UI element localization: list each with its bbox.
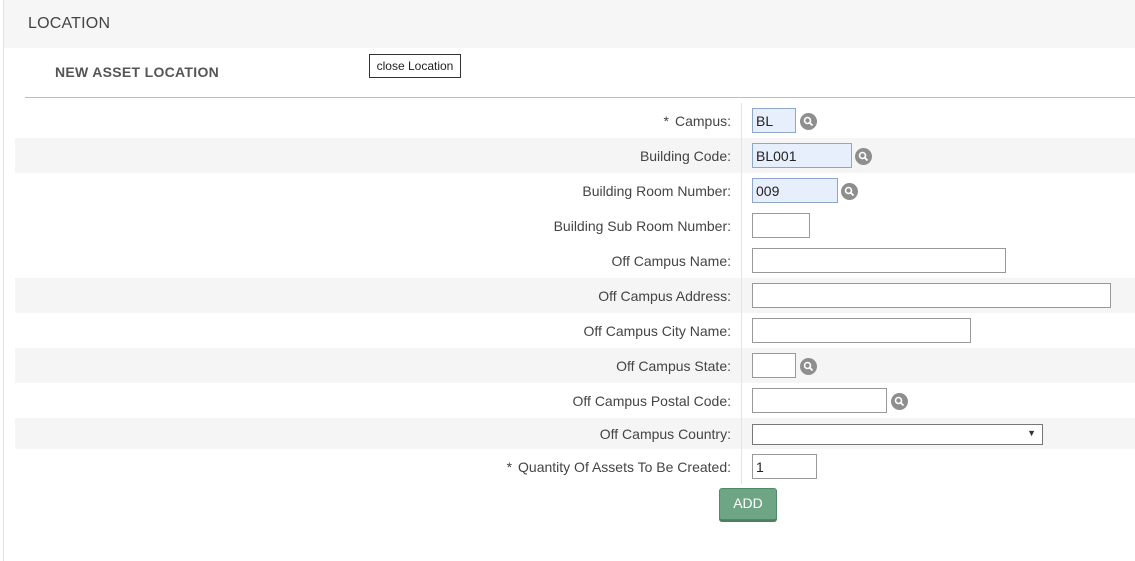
search-icon[interactable]	[855, 148, 872, 165]
campus-label: Campus:	[674, 112, 731, 129]
off-campus-city-name-row: Off Campus City Name:	[15, 313, 1135, 348]
off-campus-state-row: Off Campus State:	[15, 348, 1135, 383]
divider	[25, 97, 1135, 98]
building-sub-room-number-label: Building Sub Room Number:	[553, 217, 731, 234]
building-room-number-label: Building Room Number:	[582, 182, 731, 199]
off-campus-postal-code-label: Off Campus Postal Code:	[572, 392, 731, 409]
building-room-number-input[interactable]	[752, 178, 838, 203]
building-room-number-row: Building Room Number:	[15, 173, 1135, 208]
quantity-row: * Quantity Of Assets To Be Created:	[15, 449, 1135, 484]
column-divider	[741, 103, 742, 484]
off-campus-address-label: Off Campus Address:	[598, 287, 731, 304]
campus-input[interactable]	[752, 108, 796, 133]
off-campus-city-name-label: Off Campus City Name:	[583, 322, 731, 339]
section-title: NEW ASSET LOCATION	[55, 64, 220, 80]
building-code-row: Building Code:	[15, 138, 1135, 173]
off-campus-name-label: Off Campus Name:	[611, 252, 731, 269]
off-campus-address-input[interactable]	[752, 283, 1111, 308]
required-marker: *	[506, 458, 513, 475]
search-icon[interactable]	[800, 113, 817, 130]
campus-row: * Campus:	[15, 103, 1135, 138]
off-campus-name-row: Off Campus Name:	[15, 243, 1135, 278]
chevron-down-icon: ▼	[1027, 428, 1036, 438]
building-code-label: Building Code:	[639, 147, 731, 164]
location-header: LOCATION	[4, 0, 1135, 48]
off-campus-city-name-input[interactable]	[752, 318, 971, 343]
quantity-label: Quantity Of Assets To Be Created:	[518, 458, 731, 475]
off-campus-state-input[interactable]	[752, 353, 796, 378]
off-campus-state-label: Off Campus State:	[616, 357, 731, 374]
off-campus-country-select[interactable]: ▼	[752, 424, 1043, 445]
search-icon[interactable]	[841, 183, 858, 200]
quantity-input[interactable]	[752, 454, 817, 479]
off-campus-postal-code-input[interactable]	[752, 388, 887, 413]
close-location-button[interactable]: close Location	[369, 54, 461, 78]
off-campus-name-input[interactable]	[752, 248, 1006, 273]
search-icon[interactable]	[891, 393, 908, 410]
search-icon[interactable]	[800, 358, 817, 375]
page-title: LOCATION	[28, 15, 111, 32]
page-left-border	[3, 0, 4, 561]
add-button[interactable]: ADD	[719, 488, 777, 520]
required-marker: *	[663, 112, 669, 129]
off-campus-country-row: Off Campus Country: ▼	[15, 418, 1135, 449]
building-sub-room-number-row: Building Sub Room Number:	[15, 208, 1135, 243]
off-campus-address-row: Off Campus Address:	[15, 278, 1135, 313]
building-code-input[interactable]	[752, 143, 852, 168]
building-sub-room-number-input[interactable]	[752, 213, 810, 238]
off-campus-country-label: Off Campus Country:	[599, 425, 731, 442]
off-campus-postal-code-row: Off Campus Postal Code:	[15, 383, 1135, 418]
